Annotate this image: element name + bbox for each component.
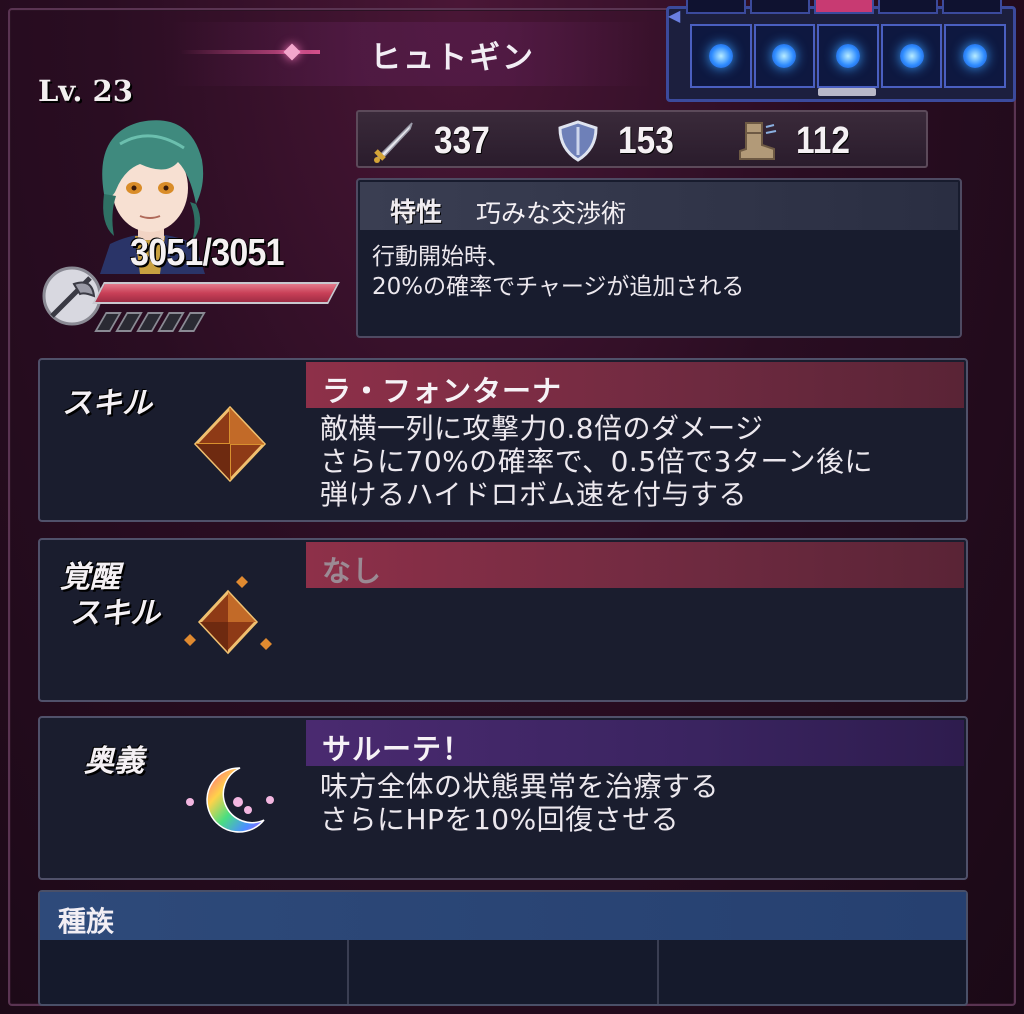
rainbow-moon-icon	[186, 767, 274, 833]
skill-description: 敵横一列に攻撃力0.8倍のダメージ さらに70%の確率で、0.5倍で3ターン後に…	[320, 412, 873, 511]
team-top-cell[interactable]	[942, 0, 1002, 14]
hp-bar	[92, 282, 340, 304]
trait-name: 巧みな交渉術	[476, 199, 627, 228]
skill-card[interactable]: スキル ラ・フォンターナ 敵横一列に攻撃力0.8倍のダメージ さらに70%の確率…	[38, 358, 968, 522]
team-top-row	[686, 0, 1002, 14]
tribe-cell	[659, 940, 966, 1004]
ougi-desc-line: さらにHPを10%回復させる	[320, 803, 680, 836]
ougi-title-bar: サルーテ！	[306, 720, 964, 766]
speed-value: 112	[796, 119, 850, 162]
awakening-label-line: 覚醒	[60, 560, 120, 595]
sword-icon	[374, 122, 413, 163]
ougi-description: 味方全体の状態異常を治療する さらにHPを10%回復させる	[320, 770, 719, 836]
tribe-cell	[349, 940, 659, 1004]
slot-orb-icon	[835, 44, 860, 68]
slot-orb-icon	[899, 44, 924, 68]
tribe-header: 種族	[40, 892, 966, 940]
trait-tag: 特性	[390, 198, 443, 228]
team-top-cell[interactable]	[686, 0, 746, 14]
team-panel-handle[interactable]	[818, 88, 876, 96]
awakening-title-bar: なし	[306, 542, 964, 588]
awakening-skill-card[interactable]: 覚醒 スキル なし	[38, 538, 968, 702]
team-top-cell[interactable]	[878, 0, 938, 14]
charge-gauge	[94, 312, 206, 332]
skill-title-bar: ラ・フォンターナ	[306, 362, 964, 408]
team-slot[interactable]	[690, 24, 752, 88]
tribe-title: 種族	[58, 905, 115, 938]
skill-desc-line: さらに70%の確率で、0.5倍で3ターン後に	[320, 445, 874, 478]
ougi-title: サルーテ！	[322, 732, 473, 766]
team-slot[interactable]	[880, 24, 943, 88]
trait-panel: 特性 巧みな交渉術 行動開始時、 20%の確率でチャージが追加される	[356, 178, 962, 338]
axe-weapon-icon	[42, 266, 102, 326]
team-slot[interactable]	[753, 24, 816, 88]
character-name: ヒュトギン	[370, 40, 535, 76]
hp-value: 3051/3051	[130, 232, 284, 274]
tribe-cells	[40, 940, 966, 1004]
stat-defense: 153	[556, 112, 681, 170]
tribe-cell	[40, 940, 350, 1004]
chevron-left-icon[interactable]: ◀	[668, 6, 682, 26]
trait-desc-line: 20%の確率でチャージが追加される	[372, 274, 745, 300]
hp-bar-fill	[95, 284, 337, 302]
skill-desc-line: 敵横一列に攻撃力0.8倍のダメージ	[320, 412, 764, 445]
awakening-label: 覚醒 スキル	[60, 560, 160, 632]
slot-orb-icon	[963, 44, 988, 68]
trait-header: 特性 巧みな交渉術	[360, 182, 958, 230]
level-label: Lv. 23	[38, 74, 133, 108]
attack-value: 337	[434, 119, 490, 162]
team-slot-row	[690, 24, 1006, 88]
stat-bar: 337 153 112	[356, 110, 928, 168]
skill-title: ラ・フォンターナ	[322, 374, 563, 408]
ougi-desc-line: 味方全体の状態異常を治療する	[320, 770, 720, 803]
tribe-panel: 種族	[38, 890, 968, 1006]
ougi-label: 奥義	[84, 744, 144, 779]
slot-orb-icon	[772, 44, 797, 68]
team-slot[interactable]	[817, 24, 879, 88]
skill-crystal-icon	[193, 405, 267, 483]
stat-attack: 337	[372, 112, 497, 170]
shield-icon	[558, 120, 598, 162]
awakening-crystal-icon	[184, 576, 272, 655]
trait-desc-line: 行動開始時、	[372, 244, 510, 270]
defense-value: 153	[618, 119, 674, 162]
skill-label: スキル	[62, 386, 152, 421]
slot-orb-icon	[708, 44, 733, 68]
stat-speed: 112	[734, 112, 857, 170]
awakening-label-line: スキル	[70, 596, 160, 631]
awakening-title: なし	[322, 554, 383, 588]
trait-description: 行動開始時、 20%の確率でチャージが追加される	[372, 242, 744, 302]
skill-desc-line: 弾けるハイドロボム速を付与する	[320, 478, 747, 511]
team-slot[interactable]	[944, 24, 1006, 88]
ougi-card[interactable]: 奥義 サルーテ！ 味方全体の状態異常を治療する さらにHPを10%回復させる	[38, 716, 968, 880]
boot-icon	[739, 122, 777, 160]
team-top-cell-active[interactable]	[814, 0, 874, 14]
team-top-cell[interactable]	[750, 0, 810, 14]
